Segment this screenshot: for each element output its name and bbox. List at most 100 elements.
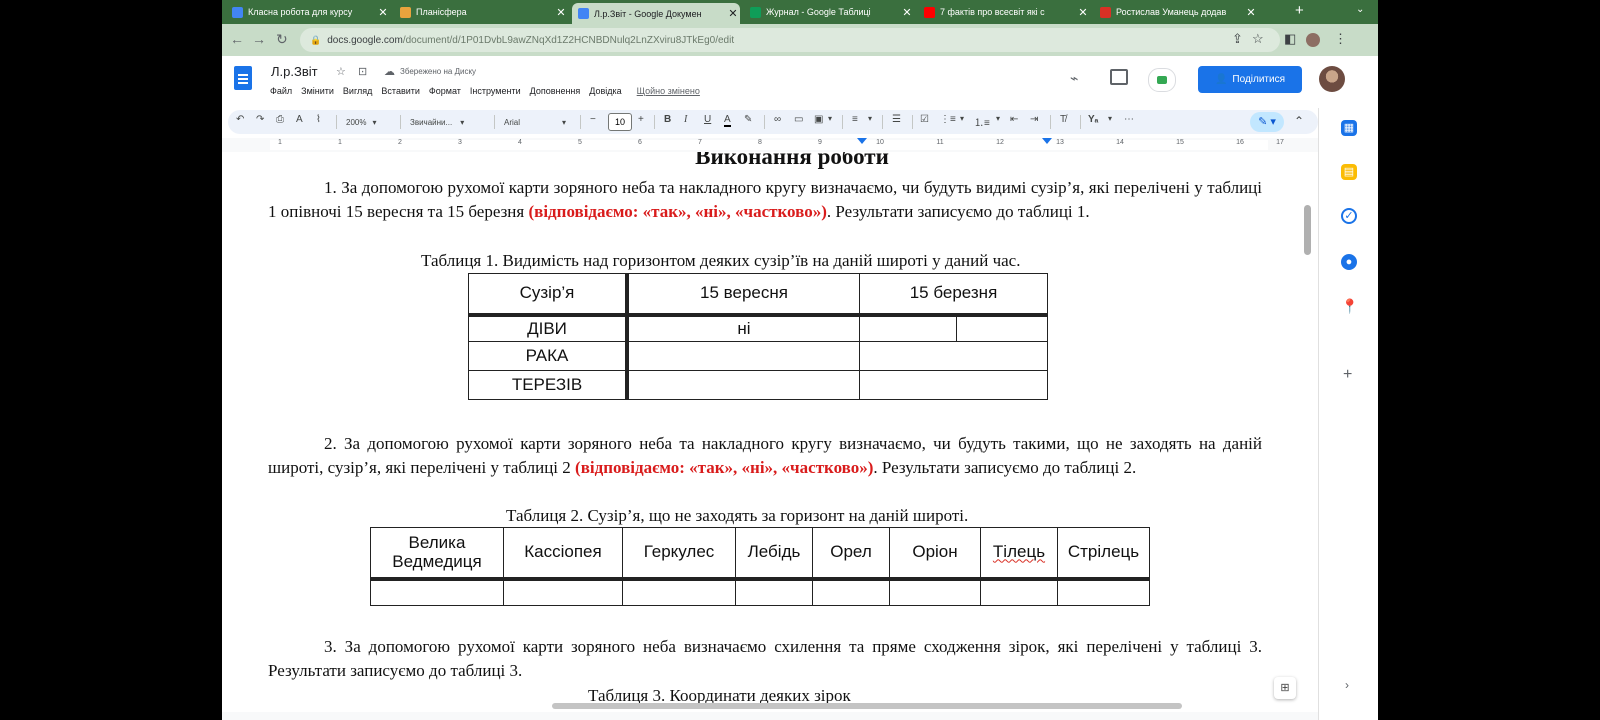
table-cell[interactable] (622, 578, 736, 606)
table-header-cell[interactable]: Лебідь (735, 527, 813, 581)
forward-arrow-icon[interactable]: → (252, 31, 266, 47)
table-cell[interactable] (859, 314, 957, 342)
menu-edit[interactable]: Змінити (301, 86, 334, 96)
close-tab-icon[interactable]: ✕ (900, 6, 914, 19)
url-input[interactable]: 🔒 docs.google.com/document/d/1P01DvbL9aw… (300, 28, 1280, 52)
align-icon[interactable]: ≡ (852, 114, 858, 125)
underline-icon[interactable]: U (704, 114, 711, 125)
redo-icon[interactable]: ↷ (256, 114, 264, 125)
table-cell[interactable] (859, 341, 1048, 371)
table-cell-split[interactable] (956, 314, 1048, 342)
browser-tab-active[interactable]: Л.р.Звіт - Google Докумен ✕ (572, 3, 740, 24)
close-tab-icon[interactable]: ✕ (554, 6, 568, 19)
table-cell[interactable] (980, 578, 1058, 606)
right-indent-marker-icon[interactable] (1042, 138, 1052, 144)
table-cell[interactable] (1057, 578, 1150, 606)
activity-trend-icon[interactable]: ⌁ (1070, 70, 1078, 87)
profile-avatar[interactable] (1306, 33, 1320, 47)
translit-icon[interactable]: Yₐ (1088, 114, 1098, 125)
paragraph-1[interactable]: 1. За допомогою рухомої карти зоряного н… (268, 176, 1262, 224)
share-page-icon[interactable]: ⇪ (1232, 31, 1243, 47)
tab-search-chevron-icon[interactable]: ⌄ (1356, 4, 1364, 15)
menu-insert[interactable]: Вставити (381, 86, 420, 96)
decrease-font-icon[interactable]: − (590, 114, 596, 125)
calendar-icon[interactable]: ▦ (1341, 120, 1357, 136)
back-arrow-icon[interactable]: ← (230, 31, 244, 47)
table-cell[interactable] (370, 578, 504, 606)
clear-formatting-icon[interactable]: T̸ (1060, 114, 1066, 125)
bookmark-star-icon[interactable]: ☆ (1252, 31, 1264, 47)
paragraph-2[interactable]: 2. За допомогою рухомої карти зоряного н… (268, 432, 1262, 480)
move-folder-icon[interactable]: ⊡ (358, 65, 367, 78)
table-header-cell[interactable]: 15 березня (859, 273, 1048, 317)
reload-icon[interactable]: ↻ (276, 31, 288, 48)
highlight-icon[interactable]: ✎ (744, 114, 752, 125)
vertical-scrollbar[interactable] (1304, 205, 1311, 255)
table-header-cell[interactable]: Велика Ведмедиця (370, 527, 504, 581)
menu-view[interactable]: Вигляд (343, 86, 373, 96)
table-cell[interactable] (735, 578, 813, 606)
print-icon[interactable]: ⎙ (276, 114, 284, 125)
table-cell[interactable] (812, 578, 890, 606)
table-header-cell[interactable]: Геркулес (622, 527, 736, 581)
dropdown-caret-icon[interactable]: ▾ (828, 114, 832, 123)
comments-icon[interactable] (1110, 69, 1128, 85)
dropdown-caret-icon[interactable]: ▾ (868, 114, 872, 123)
paragraph-style-select[interactable]: Звичайни... ▾ (410, 114, 490, 130)
collapse-toolbar-icon[interactable]: ⌃ (1294, 114, 1304, 128)
browser-tab[interactable]: 7 фактів про всесвіт які с ✕ (918, 2, 1090, 22)
account-avatar[interactable] (1319, 66, 1345, 92)
last-edit-link[interactable]: Щойно змінено (637, 86, 700, 96)
bulleted-list-icon[interactable]: ⋮≡ (940, 114, 956, 125)
new-tab-button[interactable]: + (1295, 2, 1304, 19)
menu-format[interactable]: Формат (429, 86, 461, 96)
table-header-cell[interactable]: Тілець (980, 527, 1058, 581)
font-select[interactable]: Arial ▾ (504, 114, 574, 130)
line-spacing-icon[interactable]: ☰ (892, 114, 901, 125)
paragraph-3[interactable]: 3. За допомогою рухомої карти зоряного н… (268, 635, 1262, 683)
close-tab-icon[interactable]: ✕ (376, 6, 390, 19)
tasks-icon[interactable]: ✓ (1341, 208, 1357, 224)
table-header-cell[interactable]: Орел (812, 527, 890, 581)
document-title[interactable]: Л.р.Звіт (271, 64, 318, 79)
undo-icon[interactable]: ↶ (236, 114, 244, 125)
menu-tools[interactable]: Інструменти (470, 86, 521, 96)
comment-add-icon[interactable]: ▭ (794, 114, 803, 125)
explore-button-icon[interactable]: ⊞ (1274, 677, 1296, 699)
menu-file[interactable]: Файл (270, 86, 292, 96)
browser-tab[interactable]: Журнал - Google Таблиці ✕ (744, 2, 914, 22)
link-icon[interactable]: ∞ (774, 114, 781, 125)
increase-font-icon[interactable]: + (638, 114, 644, 125)
menu-help[interactable]: Довідка (589, 86, 621, 96)
table-cell[interactable] (503, 578, 623, 606)
table-2[interactable]: Велика Ведмедиця Кассіопея Геркулес Лебі… (370, 527, 1150, 606)
maps-pin-icon[interactable]: 📍 (1341, 298, 1358, 314)
table-cell[interactable] (859, 370, 1048, 400)
more-options-icon[interactable]: ⋯ (1124, 114, 1134, 125)
keep-icon[interactable]: ▤ (1341, 164, 1357, 180)
close-tab-icon[interactable]: ✕ (726, 7, 740, 20)
checklist-icon[interactable]: ☑ (920, 114, 929, 125)
close-tab-icon[interactable]: ✕ (1076, 6, 1090, 19)
add-addon-icon[interactable]: + (1343, 366, 1352, 384)
increase-indent-icon[interactable]: ⇥ (1030, 114, 1038, 125)
docs-logo-icon[interactable] (234, 66, 252, 90)
text-color-icon[interactable]: A (724, 114, 731, 127)
zoom-select[interactable]: 200% ▾ (346, 114, 396, 130)
numbered-list-icon[interactable]: ⒈≡ (974, 114, 990, 129)
share-button[interactable]: 👤 Поділитися (1198, 66, 1302, 93)
horizontal-scrollbar[interactable] (552, 703, 1182, 709)
font-size-input[interactable]: 10 (608, 113, 632, 131)
italic-icon[interactable]: I (684, 114, 687, 125)
browser-tab[interactable]: Планісфера ✕ (394, 2, 568, 22)
indent-marker-icon[interactable] (857, 138, 867, 144)
dropdown-caret-icon[interactable]: ▾ (996, 114, 1000, 123)
table-header-cell[interactable]: Оріон (889, 527, 981, 581)
table-cell[interactable] (626, 341, 860, 371)
decrease-indent-icon[interactable]: ⇤ (1010, 114, 1018, 125)
editing-mode-button[interactable]: ✎ ▾ (1250, 112, 1284, 132)
contacts-icon[interactable]: ● (1341, 254, 1357, 270)
meet-button[interactable] (1148, 68, 1176, 92)
bold-icon[interactable]: B (664, 114, 671, 125)
table-cell[interactable] (889, 578, 981, 606)
